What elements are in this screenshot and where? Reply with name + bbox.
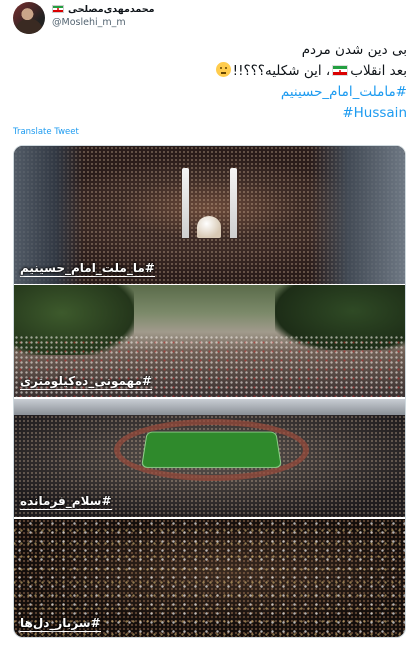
thinking-face-icon xyxy=(215,62,231,77)
display-name[interactable]: محمدمهدی‌مصلحی xyxy=(68,4,155,15)
iran-flag-icon xyxy=(332,65,349,76)
photo-caption: #مهمونی_ده‌کیلومتری xyxy=(20,374,152,390)
tweet: محمدمهدی‌مصلحی @Moslehi_m_m بی دین شدن م… xyxy=(0,0,416,649)
photo-stadium-crowd[interactable]: #سلام_فرمانده xyxy=(14,399,405,517)
avatar[interactable] xyxy=(13,2,45,34)
iran-flag-icon xyxy=(52,5,64,13)
hashtag-link-hussain[interactable]: #Hussain xyxy=(77,103,407,124)
hashtag-link[interactable]: #ماملت_امام_حسینیم xyxy=(77,82,407,103)
media-grid: #ما_ملت_امام_حسینیم #مهمونی_ده‌کیلومتری … xyxy=(13,145,406,638)
photo-caption: #ما_ملت_امام_حسینیم xyxy=(20,261,155,277)
translate-tweet-link[interactable]: Translate Tweet xyxy=(13,127,79,137)
tweet-line-1: بی دین شدن مردم xyxy=(301,42,407,58)
photo-night-crowd[interactable]: #سرباز_دل‌ها xyxy=(14,519,405,637)
author-name-row[interactable]: محمدمهدی‌مصلحی xyxy=(52,2,155,16)
user-handle[interactable]: @Moslehi_m_m xyxy=(52,17,126,28)
photo-shrine-crowd[interactable]: #ما_ملت_امام_حسینیم xyxy=(14,146,405,284)
photo-caption: #سلام_فرمانده xyxy=(20,494,112,510)
photo-street-crowd[interactable]: #مهمونی_ده‌کیلومتری xyxy=(14,285,405,397)
photo-caption: #سرباز_دل‌ها xyxy=(20,616,101,632)
tweet-line-2a: بعد انقلاب xyxy=(350,63,407,79)
tweet-text: بی دین شدن مردم بعد انقلاب ، این شکلیه؟؟؟… xyxy=(77,40,407,124)
tweet-line-2b: ، این شکلیه؟؟؟!! xyxy=(232,63,331,79)
tweet-line-2: بعد انقلاب ، این شکلیه؟؟؟!! xyxy=(77,61,407,82)
avatar-image xyxy=(13,2,45,34)
